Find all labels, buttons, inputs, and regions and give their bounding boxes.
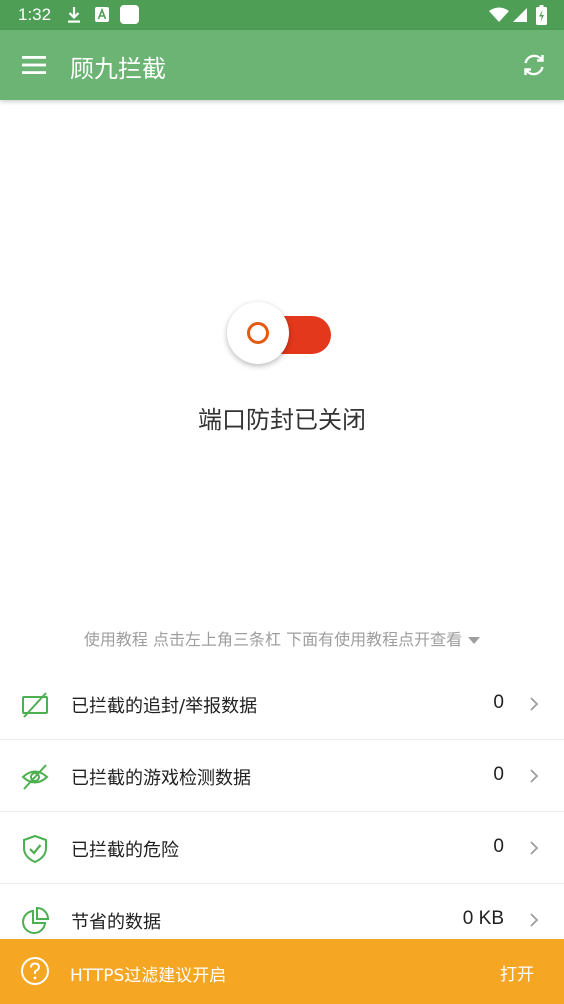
stat-value: 0 xyxy=(493,692,504,713)
stat-label: 已拦截的游戏检测数据 xyxy=(71,768,251,789)
menu-icon[interactable] xyxy=(16,47,52,83)
tutorial-text: 使用教程 点击左上角三条杠 下面有使用教程点开查看 xyxy=(83,630,463,649)
app-title: 顾九拦截 xyxy=(70,55,166,83)
chevron-right-icon xyxy=(530,697,539,711)
port-protection-toggle[interactable] xyxy=(227,302,333,366)
tutorial-hint[interactable]: 使用教程 点击左上角三条杠 下面有使用教程点开查看 xyxy=(0,626,564,650)
refresh-icon[interactable] xyxy=(516,47,552,83)
pie-chart-icon xyxy=(22,906,50,934)
stat-value: 0 xyxy=(493,836,504,857)
toggle-off-ring-icon xyxy=(247,322,269,344)
banner-text: HTTPS过滤建议开启 xyxy=(70,966,227,986)
status-bar: 1:32 xyxy=(0,0,564,30)
help-circle-icon xyxy=(21,957,49,985)
status-time: 1:32 xyxy=(18,5,52,24)
square-app-icon xyxy=(120,5,139,24)
chevron-right-icon xyxy=(530,769,539,783)
stats-list: 已拦截的追封/举报数据 0 已拦截的游戏检测数据 0 已拦截的危险 0 节省的数… xyxy=(0,668,564,955)
signal-icon xyxy=(513,8,527,22)
stat-row-tracking-reports[interactable]: 已拦截的追封/举报数据 0 xyxy=(0,668,564,740)
chevron-right-icon xyxy=(530,913,539,927)
a-badge-icon xyxy=(95,7,109,22)
stat-row-game-detection[interactable]: 已拦截的游戏检测数据 0 xyxy=(0,740,564,812)
chevron-right-icon xyxy=(530,841,539,855)
battery-charging-icon xyxy=(536,5,547,25)
enable-https-button[interactable]: 打开 xyxy=(500,960,534,985)
app-bar: 顾九拦截 xyxy=(0,30,564,100)
stat-label: 节省的数据 xyxy=(71,912,161,933)
toggle-knob xyxy=(227,302,289,364)
caret-down-icon xyxy=(468,637,481,644)
stat-value: 0 xyxy=(493,764,504,785)
stat-label: 已拦截的危险 xyxy=(71,840,179,861)
stat-value: 0 KB xyxy=(462,908,504,929)
blocked-screen-icon xyxy=(22,692,48,718)
eye-off-icon xyxy=(21,764,49,790)
https-filter-banner: HTTPS过滤建议开启 打开 xyxy=(0,939,564,1004)
protection-status-text: 端口防封已关闭 xyxy=(198,406,366,434)
shield-check-icon xyxy=(23,834,47,864)
wifi-icon xyxy=(489,7,509,22)
stat-row-threats[interactable]: 已拦截的危险 0 xyxy=(0,812,564,884)
stat-label: 已拦截的追封/举报数据 xyxy=(71,696,258,717)
download-icon xyxy=(68,7,80,23)
